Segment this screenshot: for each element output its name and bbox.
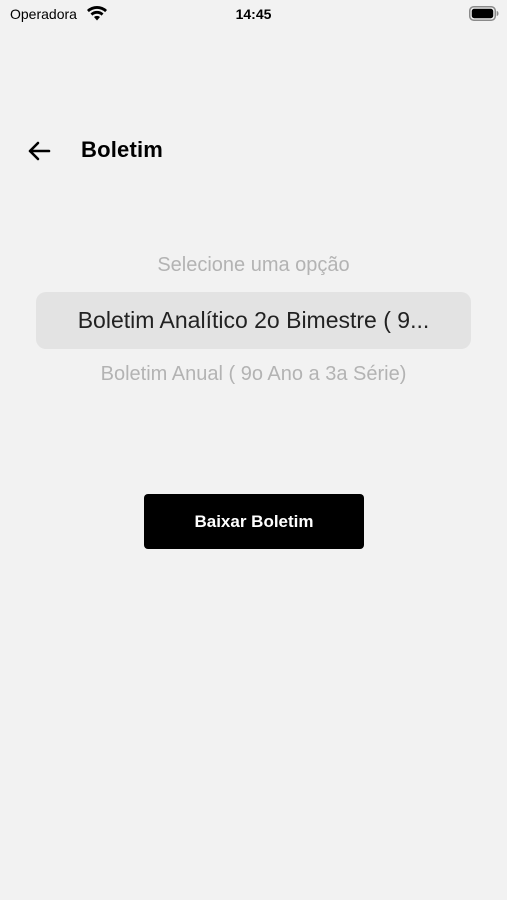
status-bar: Operadora 14:45 (0, 0, 507, 28)
status-time: 14:45 (235, 6, 272, 22)
download-report-button[interactable]: Baixar Boletim (144, 494, 364, 549)
battery-full-icon (469, 6, 499, 21)
picker-selected-label: Boletim Analítico 2o Bimestre ( 9... (77, 307, 430, 333)
picker-option-annual[interactable]: Boletim Anual ( 9o Ano a 3a Série) (36, 363, 471, 386)
page-title: Boletim (81, 137, 164, 162)
picker-option-placeholder[interactable]: Selecione uma opção (36, 254, 471, 277)
report-type-picker[interactable]: Selecione uma opção Boletim Analítico 2o… (36, 240, 471, 410)
picker-selected-option[interactable]: Boletim Analítico 2o Bimestre ( 9... (36, 292, 471, 349)
arrow-left-icon (27, 140, 51, 167)
back-button[interactable] (22, 138, 56, 168)
